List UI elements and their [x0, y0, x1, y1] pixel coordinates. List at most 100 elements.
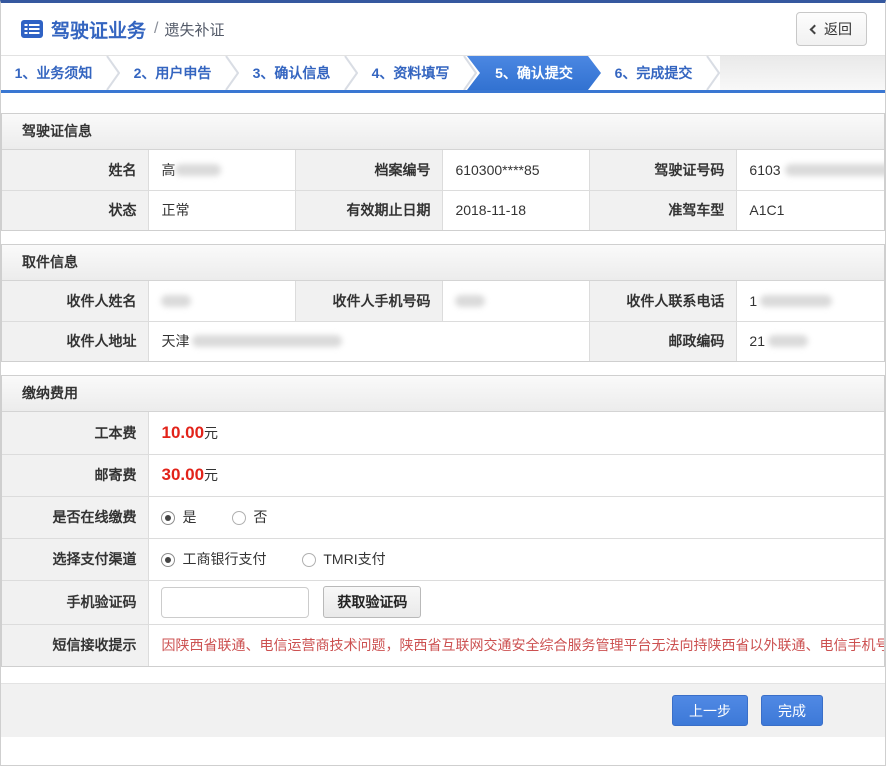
redacted-blur — [785, 164, 884, 176]
payment-title: 缴纳费用 — [2, 376, 884, 412]
footer-action-bar: 上一步 完成 — [1, 683, 885, 737]
mail-fee-amount: 30.00 — [161, 465, 204, 484]
redacted-blur — [192, 335, 342, 347]
table-row: 短信接收提示 因陕西省联通、电信运营商技术问题，陕西省互联网交通安全综合服务管理… — [2, 624, 884, 666]
table-row: 收件人姓名 收件人手机号码 收件人联系电话 1 — [2, 281, 884, 321]
payment-table: 工本费 10.00元 邮寄费 30.00元 是否在线缴费 是 否 选择支付渠道 … — [2, 412, 884, 666]
channel-options: 工商银行支付 TMRI支付 — [149, 538, 884, 580]
step-separator-icon — [225, 56, 239, 90]
redacted-blur — [455, 295, 485, 307]
sms-code-label: 手机验证码 — [2, 580, 149, 624]
breadcrumb-divider: / — [154, 20, 158, 38]
table-row: 收件人地址 天津 邮政编码 21 — [2, 321, 884, 361]
redacted-blur — [768, 335, 808, 347]
recipient-address-value: 天津 — [149, 321, 590, 361]
recipient-phone-value: 1 — [737, 281, 884, 321]
vehicle-class-value: A1C1 — [737, 190, 884, 230]
table-row: 手机验证码 获取验证码 — [2, 580, 884, 624]
pickup-info-title: 取件信息 — [2, 245, 884, 281]
redacted-blur — [161, 295, 191, 307]
file-no-label: 档案编号 — [296, 150, 443, 190]
license-no-value: 6103 — [737, 150, 884, 190]
chevron-left-icon — [810, 24, 820, 34]
table-row: 选择支付渠道 工商银行支付 TMRI支付 — [2, 538, 884, 580]
recipient-name-label: 收件人姓名 — [2, 281, 149, 321]
recipient-mobile-value — [443, 281, 590, 321]
finish-button[interactable]: 完成 — [761, 695, 823, 726]
table-row: 状态 正常 有效期止日期 2018-11-18 准驾车型 A1C1 — [2, 190, 884, 230]
channel-icbc-option[interactable]: 工商银行支付 — [161, 551, 266, 567]
online-pay-label: 是否在线缴费 — [2, 496, 149, 538]
online-pay-no-option[interactable]: 否 — [232, 509, 267, 525]
license-info-section: 驾驶证信息 姓名 高 档案编号 610300****85 驾驶证号码 6103 … — [1, 113, 885, 231]
step-separator-icon — [706, 56, 720, 90]
license-no-label: 驾驶证号码 — [590, 150, 737, 190]
work-fee-amount: 10.00 — [161, 423, 204, 442]
step-2-declaration[interactable]: 2、用户申告 — [120, 56, 225, 90]
recipient-mobile-label: 收件人手机号码 — [296, 281, 443, 321]
postal-code-value: 21 — [737, 321, 884, 361]
work-fee-value: 10.00元 — [149, 412, 884, 454]
step-6-complete-submit[interactable]: 6、完成提交 — [601, 56, 706, 90]
table-row: 工本费 10.00元 — [2, 412, 884, 454]
radio-unchecked-icon[interactable] — [302, 553, 316, 567]
fee-unit: 元 — [204, 467, 218, 483]
expiry-value: 2018-11-18 — [443, 190, 590, 230]
back-button-label: 返回 — [824, 19, 852, 39]
recipient-name-value — [149, 281, 296, 321]
redacted-blur — [760, 295, 832, 307]
sms-tip-label: 短信接收提示 — [2, 624, 149, 666]
postal-code-label: 邮政编码 — [590, 321, 737, 361]
page-header: 驾驶证业务 / 遗失补证 返回 — [1, 3, 885, 56]
vehicle-class-label: 准驾车型 — [590, 190, 737, 230]
radio-unchecked-icon[interactable] — [232, 511, 246, 525]
radio-checked-icon[interactable] — [161, 511, 175, 525]
table-row: 姓名 高 档案编号 610300****85 驾驶证号码 6103 — [2, 150, 884, 190]
get-code-button[interactable]: 获取验证码 — [323, 586, 421, 618]
pickup-info-section: 取件信息 收件人姓名 收件人手机号码 收件人联系电话 1 收件人地址 天津 邮政… — [1, 244, 885, 362]
sms-tip-text: 因陕西省联通、电信运营商技术问题，陕西省互联网交通安全综合服务管理平台无法向持陕… — [161, 632, 872, 658]
step-separator-icon — [106, 56, 120, 90]
license-list-icon — [21, 20, 43, 38]
channel-label: 选择支付渠道 — [2, 538, 149, 580]
status-value: 正常 — [149, 190, 296, 230]
pickup-info-table: 收件人姓名 收件人手机号码 收件人联系电话 1 收件人地址 天津 邮政编码 21 — [2, 281, 884, 361]
fee-unit: 元 — [204, 425, 218, 441]
page-title: 驾驶证业务 — [51, 16, 146, 43]
step-separator-icon — [344, 56, 358, 90]
status-label: 状态 — [2, 190, 149, 230]
step-5-confirm-submit[interactable]: 5、确认提交 — [467, 56, 601, 90]
mail-fee-label: 邮寄费 — [2, 454, 149, 496]
license-info-title: 驾驶证信息 — [2, 114, 884, 150]
sms-tip-cell: 因陕西省联通、电信运营商技术问题，陕西省互联网交通安全综合服务管理平台无法向持陕… — [149, 624, 884, 666]
expiry-label: 有效期止日期 — [296, 190, 443, 230]
sms-code-field: 获取验证码 — [149, 580, 884, 624]
online-pay-yes-label: 是 — [182, 509, 196, 525]
breadcrumb-current: 遗失补证 — [164, 19, 224, 40]
online-pay-yes-option[interactable]: 是 — [161, 509, 196, 525]
tabs-filler — [720, 56, 885, 90]
step-1-notice[interactable]: 1、业务须知 — [1, 56, 106, 90]
mail-fee-value: 30.00元 — [149, 454, 884, 496]
channel-icbc-label: 工商银行支付 — [182, 551, 266, 567]
channel-tmri-option[interactable]: TMRI支付 — [302, 551, 385, 567]
table-row: 是否在线缴费 是 否 — [2, 496, 884, 538]
radio-checked-icon[interactable] — [161, 553, 175, 567]
back-button[interactable]: 返回 — [796, 12, 867, 46]
online-pay-no-label: 否 — [253, 509, 267, 525]
file-no-value: 610300****85 — [443, 150, 590, 190]
step-3-confirm-info[interactable]: 3、确认信息 — [239, 56, 344, 90]
recipient-address-label: 收件人地址 — [2, 321, 149, 361]
wizard-steps: 1、业务须知 2、用户申告 3、确认信息 4、资料填写 5、确认提交 6、完成提… — [1, 56, 885, 93]
table-row: 邮寄费 30.00元 — [2, 454, 884, 496]
name-value: 高 — [149, 150, 296, 190]
redacted-blur — [175, 164, 221, 176]
prev-step-button[interactable]: 上一步 — [672, 695, 748, 726]
channel-tmri-label: TMRI支付 — [323, 551, 385, 567]
name-label: 姓名 — [2, 150, 149, 190]
sms-code-input[interactable] — [161, 587, 309, 618]
recipient-phone-label: 收件人联系电话 — [590, 281, 737, 321]
step-4-fill-data[interactable]: 4、资料填写 — [358, 56, 463, 90]
work-fee-label: 工本费 — [2, 412, 149, 454]
online-pay-options: 是 否 — [149, 496, 884, 538]
